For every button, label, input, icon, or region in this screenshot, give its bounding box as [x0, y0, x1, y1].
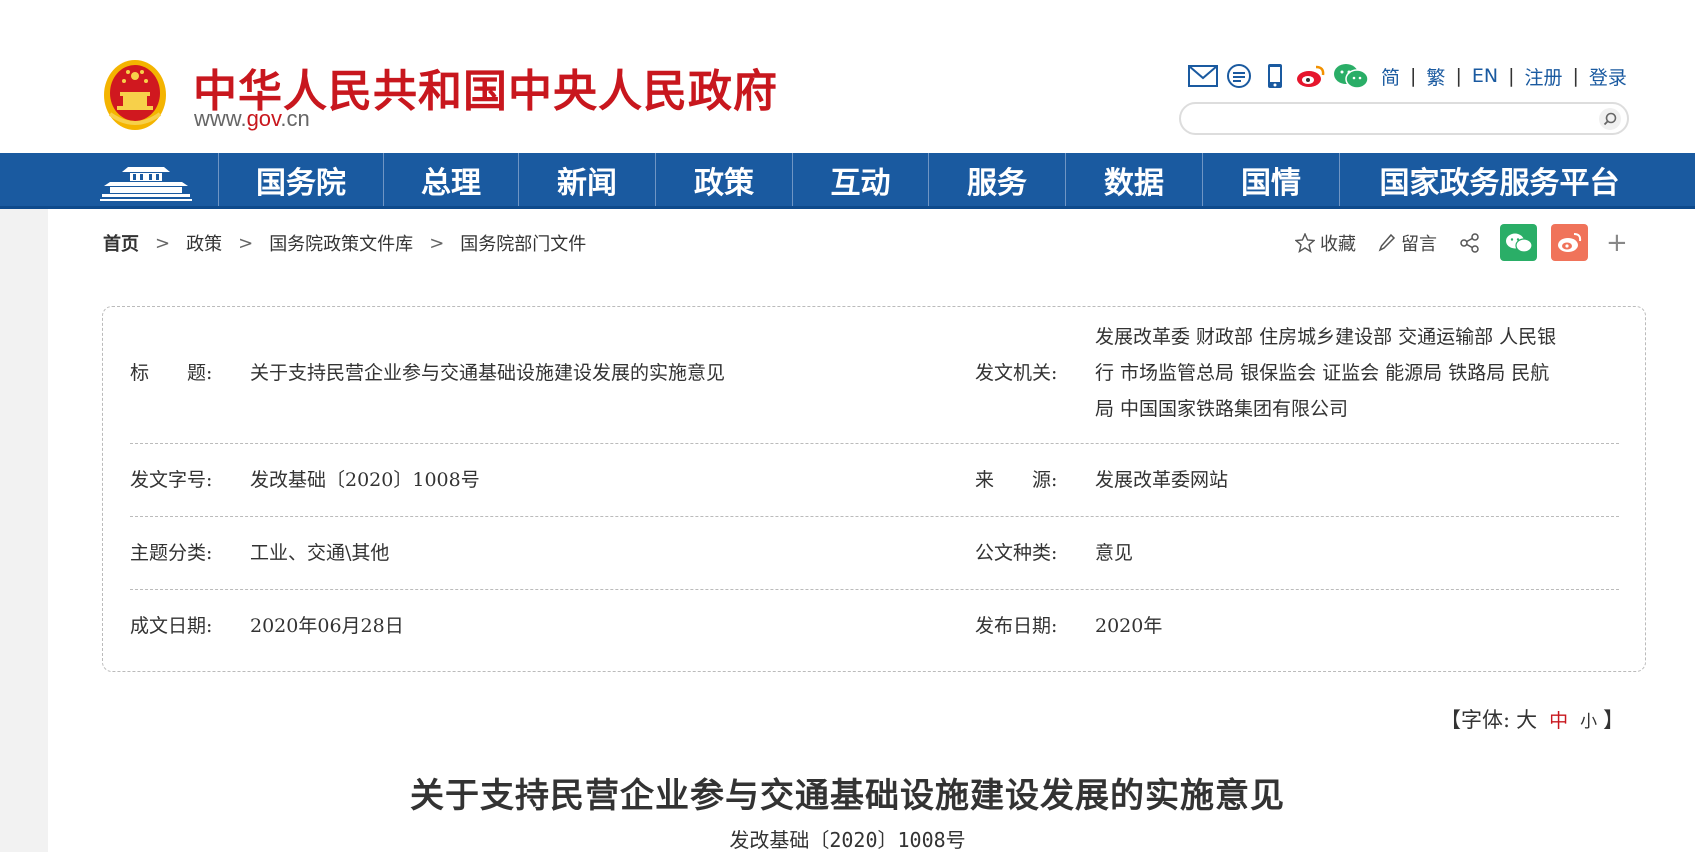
info-row-dates: 成文日期: 2020年06月28日 发布日期: 2020年: [130, 590, 1619, 670]
comment-button[interactable]: 留言: [1378, 230, 1437, 256]
separator: |: [1572, 65, 1579, 87]
document-info-box: 标 题: 关于支持民营企业参与交通基础设施建设发展的实施意见 发文机关: 发展改…: [102, 306, 1646, 672]
font-size-small[interactable]: 小: [1580, 707, 1597, 732]
national-emblem-icon[interactable]: [102, 58, 168, 132]
source-label: 来 源:: [975, 469, 1058, 491]
source-value: 发展改革委网站: [1095, 469, 1229, 491]
document-number: 发改基础〔2020〕1008号: [729, 828, 966, 852]
font-size-control: 【字体: 大 中 小 】: [1440, 704, 1624, 734]
chevron-right-icon: >: [155, 232, 171, 254]
share-button[interactable]: [1459, 232, 1486, 254]
search-button[interactable]: [1599, 108, 1621, 130]
share-icon: [1460, 232, 1479, 253]
search-input[interactable]: [1195, 107, 1575, 130]
chevron-right-icon: >: [429, 232, 445, 254]
info-row-title: 标 题: 关于支持民营企业参与交通基础设施建设发展的实施意见 发文机关: 发展改…: [130, 307, 1619, 444]
site-url-suffix: .cn: [280, 106, 310, 131]
issuer-line-2: 行 市场监管总局 银保监会 证监会 能源局 铁路局 民航: [1095, 362, 1550, 384]
nav-item-interaction[interactable]: 互动: [792, 153, 928, 206]
site-url-brand: gov: [246, 106, 281, 131]
written-date-label: 成文日期:: [130, 615, 213, 637]
site-url-prefix: www.: [194, 106, 247, 131]
document-title: 关于支持民营企业参与交通基础设施建设发展的实施意见: [410, 776, 1285, 816]
weibo-icon[interactable]: [1295, 61, 1327, 91]
title-label: 标 题:: [130, 362, 213, 384]
published-date-value: 2020年: [1095, 615, 1163, 637]
site-url: www.gov.cn: [194, 106, 310, 132]
pencil-icon: [1378, 233, 1396, 252]
mail-icon[interactable]: [1187, 61, 1219, 91]
search-box: [1179, 102, 1629, 135]
title-value: 关于支持民营企业参与交通基础设施建设发展的实施意见: [250, 362, 726, 384]
separator: |: [1410, 65, 1417, 87]
nav-item-premier[interactable]: 总理: [383, 153, 518, 206]
docno-label: 发文字号:: [130, 469, 213, 491]
font-size-medium[interactable]: 中: [1549, 706, 1568, 733]
english-link[interactable]: EN: [1472, 65, 1498, 87]
weibo-icon: [1557, 232, 1581, 252]
mobile-icon[interactable]: [1259, 61, 1291, 91]
breadcrumb-department-docs[interactable]: 国务院部门文件: [460, 230, 586, 256]
share-bar: 收藏 留言 +: [1295, 224, 1628, 261]
breadcrumb-policy-library[interactable]: 国务院政策文件库: [269, 230, 413, 256]
nav-item-state-council[interactable]: 国务院: [218, 153, 383, 206]
more-share-button[interactable]: +: [1606, 228, 1628, 258]
login-link[interactable]: 登录: [1589, 63, 1627, 90]
issuer-label: 发文机关:: [975, 362, 1058, 384]
docno-value: 发改基础〔2020〕1008号: [250, 469, 480, 491]
nav-item-services[interactable]: 服务: [928, 153, 1065, 206]
message-icon[interactable]: [1223, 61, 1255, 91]
info-row-topic: 主题分类: 工业、交通\其他 公文种类: 意见: [130, 517, 1619, 590]
top-tools: 简 | 繁 | EN | 注册 | 登录: [1187, 60, 1627, 92]
star-icon: [1295, 232, 1315, 253]
nav-item-data[interactable]: 数据: [1065, 153, 1202, 206]
nav-item-policy[interactable]: 政策: [655, 153, 792, 206]
font-size-close: 】: [1603, 708, 1625, 732]
comment-label: 留言: [1401, 233, 1437, 255]
written-date-value: 2020年06月28日: [250, 615, 404, 637]
chevron-right-icon: >: [238, 232, 254, 254]
simplified-link[interactable]: 简: [1381, 63, 1400, 90]
share-wechat-button[interactable]: [1500, 224, 1537, 261]
site-header: 中华人民共和国中央人民政府 www.gov.cn 简 | 繁 | EN | 注册…: [0, 0, 1695, 153]
published-date-label: 发布日期:: [975, 615, 1058, 637]
type-value: 意见: [1095, 542, 1134, 564]
topic-label: 主题分类:: [130, 542, 213, 564]
favorite-label: 收藏: [1320, 233, 1356, 255]
nav-item-news[interactable]: 新闻: [518, 153, 655, 206]
great-hall-icon[interactable]: [100, 161, 192, 203]
font-size-open: 【字体:: [1440, 708, 1511, 732]
traditional-link[interactable]: 繁: [1426, 63, 1445, 90]
main-nav: 国务院 总理 新闻 政策 互动 服务 数据 国情 国家政务服务平台: [0, 153, 1695, 209]
share-weibo-button[interactable]: [1551, 224, 1588, 261]
breadcrumb: 首页 > 政策 > 国务院政策文件库 > 国务院部门文件: [103, 230, 586, 256]
top-links: 简 | 繁 | EN | 注册 | 登录: [1381, 63, 1627, 90]
wechat-icon: [1505, 233, 1533, 253]
separator: |: [1508, 65, 1515, 87]
breadcrumb-policy[interactable]: 政策: [186, 230, 222, 256]
separator: |: [1455, 65, 1462, 87]
info-row-docno: 发文字号: 发改基础〔2020〕1008号 来 源: 发展改革委网站: [130, 444, 1619, 517]
nav-item-service-platform[interactable]: 国家政务服务平台: [1339, 153, 1659, 206]
register-link[interactable]: 注册: [1524, 63, 1562, 90]
search-icon: [1603, 112, 1617, 126]
nav-item-national-conditions[interactable]: 国情: [1202, 153, 1339, 206]
wechat-icon[interactable]: [1331, 61, 1371, 91]
topic-value: 工业、交通\其他: [250, 542, 390, 564]
font-size-large[interactable]: 大: [1516, 704, 1537, 734]
favorite-button[interactable]: 收藏: [1295, 230, 1356, 256]
issuer-line-3: 局 中国国家铁路集团有限公司: [1095, 398, 1349, 420]
breadcrumb-home[interactable]: 首页: [103, 230, 139, 256]
issuer-line-1: 发展改革委 财政部 住房城乡建设部 交通运输部 人民银: [1095, 326, 1557, 348]
type-label: 公文种类:: [975, 542, 1058, 564]
